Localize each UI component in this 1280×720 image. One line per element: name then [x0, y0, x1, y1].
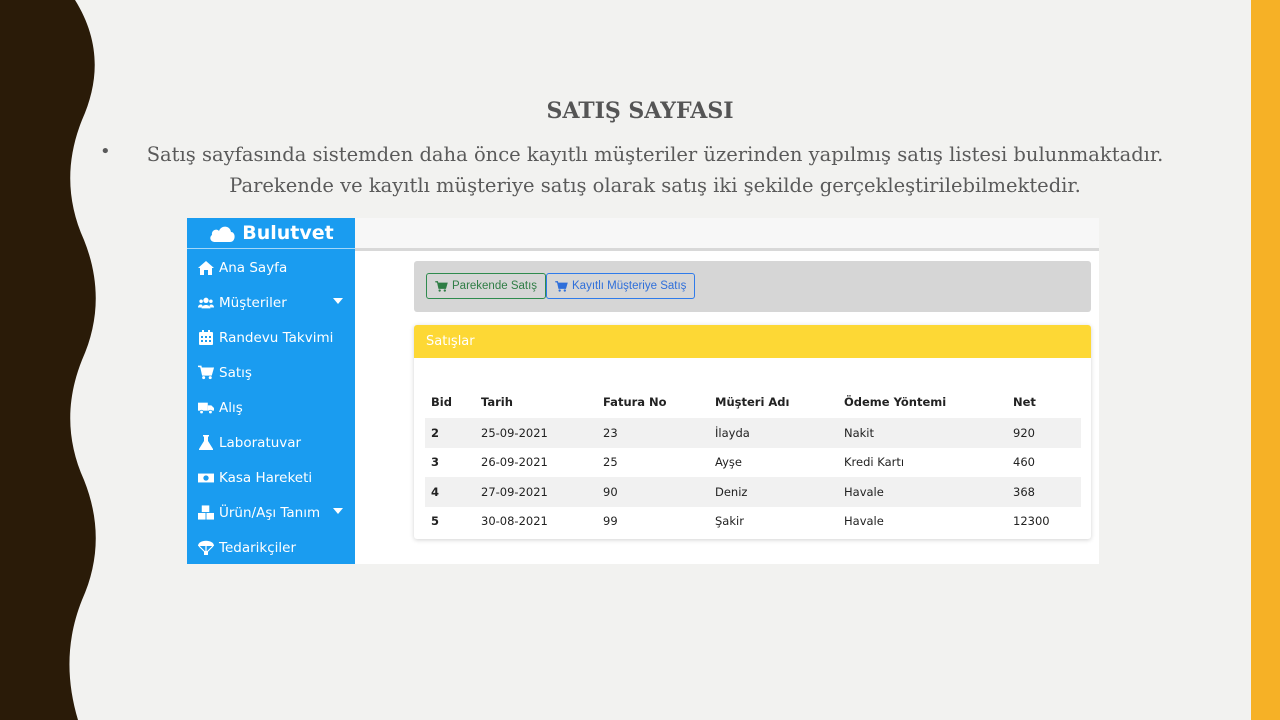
column-header-tarih[interactable]: Tarih	[475, 385, 597, 418]
cell-fatura-no: 90	[603, 484, 618, 499]
sidebar-item-kasa-hareketi[interactable]: Kasa Hareketi	[187, 460, 355, 495]
cell-net: 460	[1013, 455, 1035, 470]
sidebar-item-label: Müşteriler	[219, 294, 287, 311]
cell-odeme-yontemi: Nakit	[844, 425, 875, 440]
sidebar: Bulutvet Ana Sayfa Müşteriler Randevu Ta…	[187, 218, 355, 564]
sidebar-item-ana-sayfa[interactable]: Ana Sayfa	[187, 250, 355, 285]
cell-musteri-adi: Şakir	[715, 514, 744, 529]
bullet-marker: •	[100, 141, 111, 162]
sidebar-item-label: Tedarikçiler	[219, 539, 296, 556]
cell-tarih: 25-09-2021	[481, 425, 548, 440]
cart-icon	[555, 280, 568, 292]
sidebar-item-label: Ana Sayfa	[219, 259, 288, 276]
cell-musteri-adi: İlayda	[715, 425, 750, 440]
chevron-down-icon[interactable]	[333, 508, 343, 514]
cell-musteri-adi: Deniz	[715, 484, 748, 499]
table-header-row: Bid Tarih Fatura No Müşteri Adı Ödeme Yö…	[425, 385, 1081, 418]
cart-icon	[435, 280, 448, 292]
sidebar-item-label: Alış	[219, 399, 243, 416]
calendar-icon	[198, 330, 214, 346]
slide-title: SATIŞ SAYFASI	[546, 98, 734, 124]
column-header-fatura-no[interactable]: Fatura No	[597, 385, 709, 418]
sales-card-header: Satışlar	[414, 325, 1091, 358]
sidebar-item-satis[interactable]: Satış	[187, 355, 355, 390]
parachute-icon	[198, 540, 214, 556]
cell-bid: 4	[431, 484, 440, 499]
cell-odeme-yontemi: Havale	[844, 514, 884, 529]
sidebar-item-musteriler[interactable]: Müşteriler	[187, 285, 355, 320]
cell-odeme-yontemi: Kredi Kartı	[844, 455, 905, 470]
sidebar-item-alis[interactable]: Alış	[187, 390, 355, 425]
column-header-musteri-adi[interactable]: Müşteri Adı	[709, 385, 838, 418]
cell-fatura-no: 99	[603, 514, 618, 529]
chevron-down-icon[interactable]	[333, 298, 343, 304]
cell-odeme-yontemi: Havale	[844, 484, 884, 499]
cart-icon	[198, 365, 214, 381]
sidebar-item-laboratuvar[interactable]: Laboratuvar	[187, 425, 355, 460]
cell-tarih: 30-08-2021	[481, 514, 548, 529]
table-row[interactable]: 2 25-09-2021 23 İlayda Nakit 920	[425, 418, 1081, 448]
cell-net: 920	[1013, 425, 1035, 440]
cell-bid: 3	[431, 455, 440, 470]
sales-card: Satışlar Bid Tarih Fatura No Müşteri Adı…	[414, 325, 1091, 539]
table-row[interactable]: 4 27-09-2021 90 Deniz Havale 368	[425, 477, 1081, 507]
app-screenshot: Bulutvet Ana Sayfa Müşteriler Randevu Ta…	[187, 218, 1099, 564]
column-header-net[interactable]: Net	[1007, 385, 1081, 418]
table-row[interactable]: 5 30-08-2021 99 Şakir Havale 12300	[425, 507, 1081, 537]
brand-name: Bulutvet	[242, 222, 334, 244]
money-icon	[198, 470, 214, 486]
cell-bid: 5	[431, 514, 440, 529]
boxes-icon	[198, 505, 214, 521]
users-icon	[198, 295, 214, 311]
slide-description: Satış sayfasında sistemden daha önce kay…	[146, 143, 1164, 197]
cell-fatura-no: 25	[603, 455, 618, 470]
sidebar-item-label: Laboratuvar	[219, 434, 302, 451]
sidebar-item-label: Satış	[219, 364, 252, 381]
home-icon	[198, 260, 214, 276]
sidebar-item-urun-asi-tanim[interactable]: Ürün/Aşı Tanım	[187, 495, 355, 530]
sidebar-item-label: Randevu Takvimi	[219, 329, 334, 346]
top-navbar	[355, 218, 1099, 251]
cell-net: 368	[1013, 484, 1035, 499]
truck-icon	[198, 400, 214, 416]
sidebar-item-randevu-takvimi[interactable]: Randevu Takvimi	[187, 320, 355, 355]
cell-fatura-no: 23	[603, 425, 618, 440]
cell-bid: 2	[431, 425, 440, 440]
sidebar-item-label: Kasa Hareketi	[219, 469, 313, 486]
sidebar-item-label: Ürün/Aşı Tanım	[219, 504, 321, 521]
sidebar-item-tedarikciler[interactable]: Tedarikçiler	[187, 530, 355, 564]
cell-net: 12300	[1013, 514, 1050, 529]
cell-tarih: 26-09-2021	[481, 455, 548, 470]
cell-musteri-adi: Ayşe	[715, 455, 742, 470]
column-header-odeme-yontemi[interactable]: Ödeme Yöntemi	[838, 385, 1007, 418]
cloud-icon	[210, 226, 235, 242]
retail-sale-button[interactable]: Parekende Satış	[426, 273, 547, 299]
sales-table: Bid Tarih Fatura No Müşteri Adı Ödeme Yö…	[425, 385, 1081, 536]
sale-actions-panel: Parekende Satış Kayıtlı Müşteriye Satış	[414, 261, 1091, 312]
cell-tarih: 27-09-2021	[481, 484, 548, 499]
retail-sale-label: Parekende Satış	[452, 280, 538, 292]
registered-sale-label: Kayıtlı Müşteriye Satış	[572, 280, 687, 292]
column-header-bid[interactable]: Bid	[425, 385, 475, 418]
brand-logo[interactable]: Bulutvet	[187, 218, 355, 249]
table-row[interactable]: 3 26-09-2021 25 Ayşe Kredi Kartı 460	[425, 448, 1081, 478]
registered-customer-sale-button[interactable]: Kayıtlı Müşteriye Satış	[546, 273, 696, 299]
flask-icon	[198, 435, 214, 451]
